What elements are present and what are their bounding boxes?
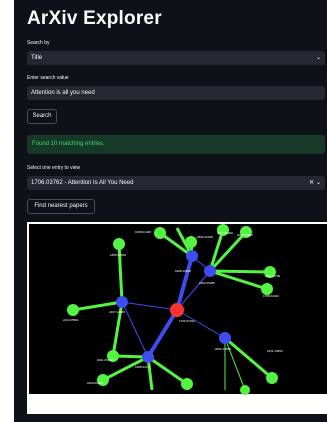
graph-node-label: 1908.01328 — [135, 230, 151, 234]
graph-node-label: 2006.10838 — [215, 347, 231, 351]
search-by-value: Title — [31, 55, 43, 61]
graph-node-label: 1803.05289 — [199, 281, 215, 285]
graph-edge — [209, 269, 271, 274]
graph-node-hubC — [116, 296, 128, 308]
graph-node-l1 — [113, 238, 125, 250]
graph-node-label: 1706.03762 — [179, 319, 195, 323]
graph-node-label: 1805.01528 — [110, 253, 126, 257]
graph-node-label: 2209.06823 — [87, 381, 103, 385]
graph-node-label: 1708.02222 — [263, 294, 279, 298]
graph-node-l8 — [67, 304, 79, 316]
graph-node-label: 1808.10328 — [197, 235, 213, 239]
entry-select-label: Select one entry to view — [27, 165, 81, 171]
chevron-down-icon[interactable]: ⌄ — [316, 176, 321, 190]
graph-node-label: 1110.11799 — [265, 274, 281, 278]
graph-node — [240, 385, 250, 395]
graph-node-l2 — [154, 227, 166, 239]
graph-node-center — [170, 303, 184, 317]
graph-node-label: 2007.03060 — [217, 231, 233, 235]
search-by-select[interactable]: Title ⌄ — [27, 51, 325, 65]
page-title: ArXiv Explorer — [27, 8, 162, 29]
graph-node — [181, 378, 193, 390]
graph-node-label: 2006.06263 — [237, 233, 253, 237]
find-nearest-button[interactable]: Find nearest papers — [27, 199, 95, 214]
graph-node-label: 2112.05591 — [63, 318, 79, 322]
app-main: ArXiv Explorer Search by Title ⌄ Enter s… — [14, 0, 327, 422]
clear-icon[interactable]: ✖ — [309, 176, 314, 190]
graph-node-hubE — [219, 332, 231, 344]
search-by-label: Search by — [27, 40, 50, 46]
graph-node-label: 1808.01177 — [135, 365, 151, 369]
search-value-text: Attention is all you need — [31, 90, 95, 96]
graph-node-hubB — [204, 265, 216, 277]
chevron-down-icon[interactable]: ⌄ — [316, 51, 321, 65]
graph-node-label: 1808.10188 — [175, 269, 191, 273]
search-button[interactable]: Search — [27, 109, 57, 124]
graph-node-label: 2107.14868 — [109, 310, 125, 314]
graph-node-l7 — [185, 236, 197, 248]
graph-frame: 1706.03762 1808.10188 1803.05289 2107.14868… — [27, 222, 327, 414]
result-message: Found 10 matching entries. — [27, 135, 325, 154]
search-value-label: Enter search value — [27, 75, 69, 81]
graph-node-hubD — [142, 351, 154, 363]
entry-select-value: 1706.03762 - Attention Is All You Need — [31, 180, 134, 186]
graph-node-hubA — [186, 250, 198, 262]
network-graph[interactable]: 1706.03762 1808.10188 1803.05289 2107.14868… — [27, 222, 327, 414]
entry-select[interactable]: 1706.03762 - Attention Is All You Need ✖… — [27, 176, 325, 190]
graph-node-label: 2021.05156 — [97, 358, 113, 362]
graph-node-label: 2311.10659 — [267, 349, 283, 353]
search-value-input[interactable]: Attention is all you need — [27, 86, 325, 100]
graph-node-l11 — [266, 372, 278, 384]
